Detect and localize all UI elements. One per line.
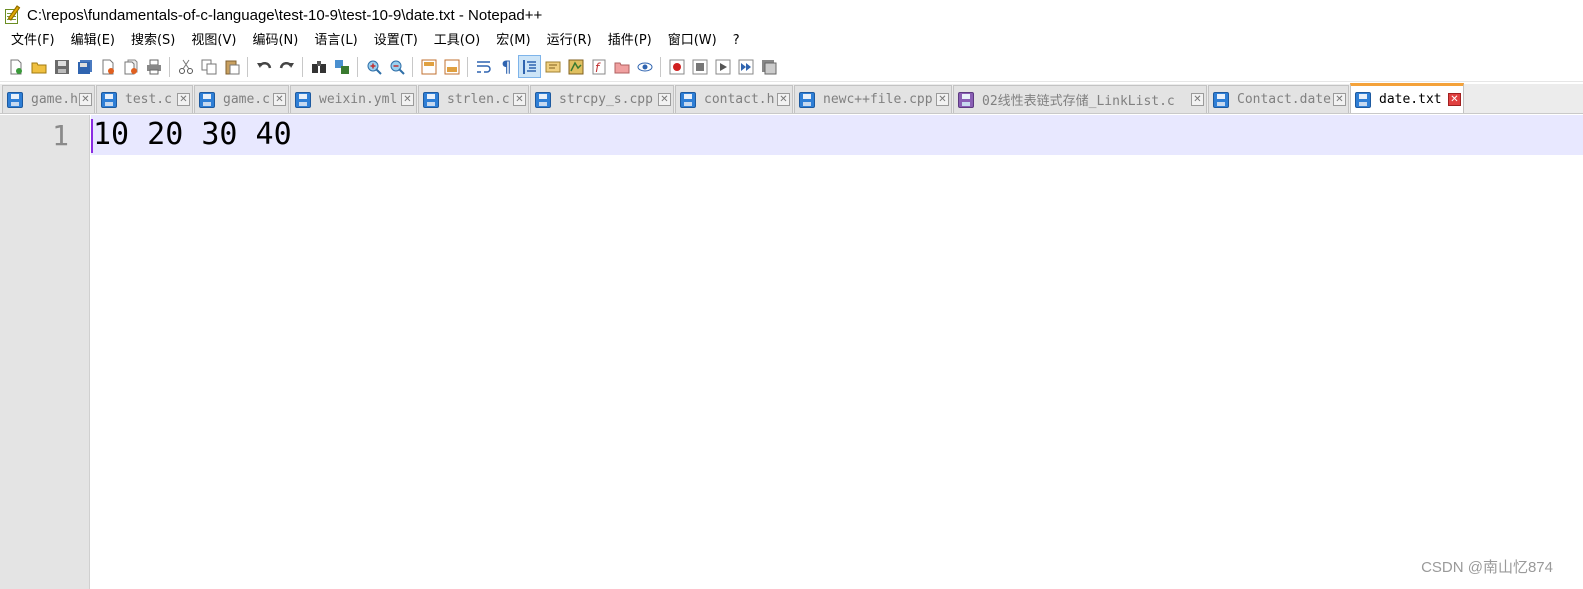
- copy-icon[interactable]: [197, 55, 220, 78]
- stop-recording-icon[interactable]: [688, 55, 711, 78]
- watermark: CSDN @南山忆874: [1421, 559, 1553, 576]
- window-title: C:\repos\fundamentals-of-c-language\test…: [27, 6, 543, 24]
- close-icon[interactable]: ✕: [177, 93, 190, 106]
- close-icon[interactable]: ✕: [1448, 93, 1461, 106]
- paste-icon[interactable]: [220, 55, 243, 78]
- line-number-gutter: 1: [0, 115, 90, 589]
- close-icon[interactable]: ✕: [936, 93, 949, 106]
- print-icon[interactable]: [142, 55, 165, 78]
- replace-icon[interactable]: [330, 55, 353, 78]
- line-number: 1: [52, 119, 69, 152]
- save-disk-icon: [295, 91, 311, 108]
- save-disk-icon: [7, 91, 23, 108]
- menu-tools[interactable]: 工具(O): [426, 30, 488, 52]
- editor-area[interactable]: 1 10 20 30 40 CSDN @南山忆874: [0, 115, 1583, 589]
- toolbar-separator: [412, 56, 413, 77]
- menu-encoding[interactable]: 编码(N): [244, 30, 306, 52]
- menu-help[interactable]: ?: [725, 30, 748, 52]
- notepad-plus-plus-icon: [3, 5, 23, 25]
- tab-contact-h[interactable]: contact.h ✕: [675, 85, 793, 113]
- show-all-characters-icon[interactable]: ¶: [495, 55, 518, 78]
- close-icon[interactable]: ✕: [1333, 93, 1346, 106]
- new-file-icon[interactable]: [4, 55, 27, 78]
- menu-settings[interactable]: 设置(T): [366, 30, 426, 52]
- function-list-icon[interactable]: f: [587, 55, 610, 78]
- menu-file[interactable]: 文件(F): [3, 30, 63, 52]
- close-icon[interactable]: ✕: [658, 93, 671, 106]
- menu-search[interactable]: 搜索(S): [123, 30, 183, 52]
- menu-bar: 文件(F) 编辑(E) 搜索(S) 视图(V) 编码(N) 语言(L) 设置(T…: [0, 30, 1583, 52]
- document-map-icon[interactable]: [564, 55, 587, 78]
- run-macro-multiple-icon[interactable]: [734, 55, 757, 78]
- close-icon[interactable]: ✕: [777, 93, 790, 106]
- menu-window[interactable]: 窗口(W): [660, 30, 725, 52]
- close-icon[interactable]: ✕: [513, 93, 526, 106]
- indent-guide-icon[interactable]: [518, 55, 541, 78]
- zoom-in-icon[interactable]: [362, 55, 385, 78]
- toolbar-separator: [467, 56, 468, 77]
- save-icon[interactable]: [50, 55, 73, 78]
- save-disk-icon: [535, 91, 551, 108]
- save-disk-icon: [1213, 91, 1229, 108]
- toolbar-separator: [169, 56, 170, 77]
- code-line[interactable]: 10 20 30 40: [93, 117, 292, 152]
- toolbar-separator: [302, 56, 303, 77]
- menu-language[interactable]: 语言(L): [306, 30, 365, 52]
- sync-horizontal-icon[interactable]: [440, 55, 463, 78]
- menu-view[interactable]: 视图(V): [183, 30, 244, 52]
- monitoring-eye-icon[interactable]: [633, 55, 656, 78]
- save-disk-icon: [199, 91, 215, 108]
- toolbar-separator: [247, 56, 248, 77]
- save-all-icon[interactable]: [73, 55, 96, 78]
- tab-strlen-c[interactable]: strlen.c ✕: [418, 85, 529, 113]
- open-file-icon[interactable]: [27, 55, 50, 78]
- close-all-icon[interactable]: [119, 55, 142, 78]
- tab-newc-file-cpp[interactable]: newc++file.cpp ✕: [794, 85, 952, 113]
- menu-edit[interactable]: 编辑(E): [63, 30, 123, 52]
- sync-vertical-icon[interactable]: [417, 55, 440, 78]
- tab-strcpy-s-cpp[interactable]: strcpy_s.cpp ✕: [530, 85, 674, 113]
- tab-game-h[interactable]: game.h ✕: [2, 85, 95, 113]
- close-icon[interactable]: ✕: [79, 93, 92, 106]
- redo-icon[interactable]: [275, 55, 298, 78]
- unsaved-disk-icon: [958, 91, 974, 108]
- toolbar: ¶ f: [0, 52, 1583, 82]
- close-icon[interactable]: ✕: [1191, 93, 1204, 106]
- tab-test-c[interactable]: test.c ✕: [96, 85, 193, 113]
- user-defined-language-icon[interactable]: [541, 55, 564, 78]
- tab-weixin-yml[interactable]: weixin.yml ✕: [290, 85, 417, 113]
- tab-linklist-c[interactable]: 02线性表链式存储_LinkList.c ✕: [953, 85, 1207, 113]
- close-icon[interactable]: ✕: [401, 93, 414, 106]
- menu-macro[interactable]: 宏(M): [488, 30, 538, 52]
- save-macro-icon[interactable]: [757, 55, 780, 78]
- save-disk-icon: [799, 91, 815, 108]
- record-macro-icon[interactable]: [665, 55, 688, 78]
- save-disk-icon: [680, 91, 696, 108]
- cut-icon[interactable]: [174, 55, 197, 78]
- save-disk-icon: [101, 91, 117, 108]
- zoom-out-icon[interactable]: [385, 55, 408, 78]
- tab-date-txt[interactable]: date.txt ✕: [1350, 83, 1464, 113]
- tab-contact-date[interactable]: Contact.date ✕: [1208, 85, 1349, 113]
- tab-game-c[interactable]: game.c ✕: [194, 85, 289, 113]
- word-wrap-icon[interactable]: [472, 55, 495, 78]
- toolbar-separator: [660, 56, 661, 77]
- save-disk-icon: [423, 91, 439, 108]
- find-icon[interactable]: [307, 55, 330, 78]
- undo-icon[interactable]: [252, 55, 275, 78]
- title-bar: C:\repos\fundamentals-of-c-language\test…: [0, 0, 1583, 30]
- menu-plugins[interactable]: 插件(P): [600, 30, 660, 52]
- toolbar-separator: [357, 56, 358, 77]
- close-icon[interactable]: ✕: [273, 93, 286, 106]
- text-caret: [91, 119, 93, 153]
- playback-macro-icon[interactable]: [711, 55, 734, 78]
- menu-run[interactable]: 运行(R): [539, 30, 600, 52]
- close-file-icon[interactable]: [96, 55, 119, 78]
- save-disk-icon: [1355, 91, 1371, 108]
- current-line-highlight: [91, 115, 1583, 155]
- document-tab-bar: game.h ✕ test.c ✕ game.c ✕ weixin.yml ✕ strl…: [0, 83, 1583, 114]
- folder-as-workspace-icon[interactable]: [610, 55, 633, 78]
